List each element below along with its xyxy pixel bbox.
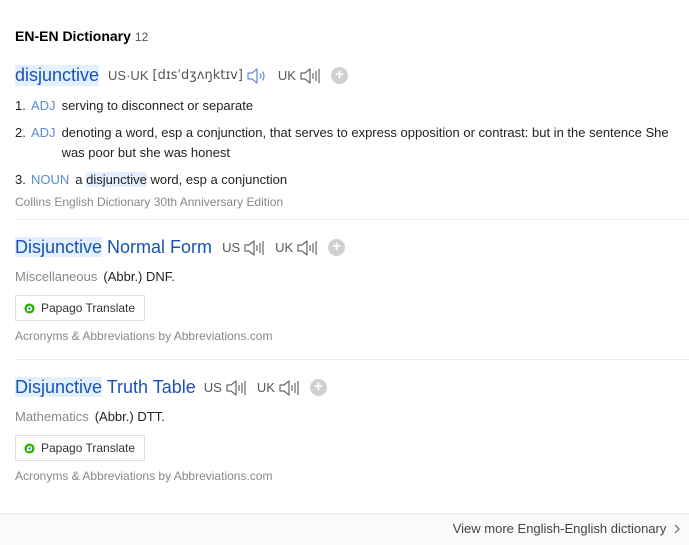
papago-logo-icon [24,302,35,314]
us-label: US [222,240,241,255]
definition-item: 1. ADJ serving to disconnect or separate [15,96,689,116]
part-of-speech: ADJ [31,125,56,140]
papago-translate-label: Papago Translate [41,301,136,315]
section-title: EN-EN Dictionary 12 [15,28,148,44]
definition-number: 1. [15,98,26,113]
headword-highlight: Disjunctive [15,377,103,397]
entry-truth-table-header: Disjunctive Truth Table US UK + [15,377,327,398]
headword-link[interactable]: Disjunctive Normal Form [15,237,212,258]
headword-rest: Truth Table [106,377,196,397]
definition-text: a disjunctive word, esp a conjunction [75,170,689,190]
divider [15,219,689,220]
category-label: Mathematics [15,409,89,424]
phonetic-text: [dɪsˈdʒʌŋktɪv] [152,68,243,83]
headword-link[interactable]: Disjunctive Truth Table [15,377,196,398]
highlighted-term: disjunctive [86,172,147,187]
source-attribution: Acronyms & Abbreviations by Abbreviation… [15,469,273,483]
add-to-wordbook-plus-icon[interactable]: + [330,67,348,84]
part-of-speech: ADJ [31,98,56,113]
entry-normal-form-header: Disjunctive Normal Form US UK + [15,237,346,258]
uk-label: UK [277,68,296,83]
result-count: 12 [134,30,149,44]
speaker-icon[interactable] [296,239,318,257]
headword-link[interactable]: disjunctive [15,65,100,86]
definition-item: 3. NOUN a disjunctive word, esp a conjun… [15,170,689,190]
category-row: Mathematics (Abbr.) DTT. [15,409,165,424]
speaker-icon[interactable] [246,67,268,85]
definition-number: 2. [15,125,26,140]
source-attribution: Collins English Dictionary 30th Annivers… [15,195,284,209]
chevron-right-icon [674,524,680,534]
category-row: Miscellaneous (Abbr.) DNF. [15,269,175,284]
definition-number: 3. [15,172,26,187]
definition-item: 2. ADJ denoting a word, esp a conjunctio… [15,123,689,163]
abbreviation-text: (Abbr.) DNF. [103,269,175,284]
add-to-wordbook-plus-icon[interactable]: + [309,379,327,396]
us-label: US [203,380,222,395]
us-uk-label: US·UK [108,68,149,83]
divider [15,359,689,360]
uk-label: UK [256,380,275,395]
speaker-icon[interactable] [225,379,247,397]
definition-text-before: a [75,172,83,187]
speaker-icon[interactable] [278,379,300,397]
entry-disjunctive-header: disjunctive US·UK [dɪsˈdʒʌŋktɪv] UK + [15,65,348,86]
view-more-label: View more English-English dictionary [452,521,667,536]
headword-rest: Normal Form [107,237,213,257]
papago-translate-label: Papago Translate [41,441,136,455]
category-label: Miscellaneous [15,269,98,284]
part-of-speech: NOUN [31,172,70,187]
source-attribution: Acronyms & Abbreviations by Abbreviation… [15,329,273,343]
papago-translate-button[interactable]: Papago Translate [15,295,146,321]
uk-label: UK [275,240,294,255]
definition-text-after: word, esp a conjunction [150,172,288,187]
papago-translate-button[interactable]: Papago Translate [15,435,146,461]
definition-text: denoting a word, esp a conjunction, that… [61,125,669,160]
papago-logo-icon [24,442,35,454]
headword-highlight: Disjunctive [15,237,103,257]
add-to-wordbook-plus-icon[interactable]: + [328,239,346,256]
definition-text: serving to disconnect or separate [61,98,254,113]
speaker-icon[interactable] [243,239,265,257]
section-title-text: EN-EN Dictionary [15,28,131,44]
definition-list: 1. ADJ serving to disconnect or separate… [15,96,689,209]
abbreviation-text: (Abbr.) DTT. [94,409,165,424]
speaker-icon[interactable] [299,67,321,85]
view-more-link[interactable]: View more English-English dictionary [453,521,681,536]
footer-bar: View more English-English dictionary [0,513,689,545]
